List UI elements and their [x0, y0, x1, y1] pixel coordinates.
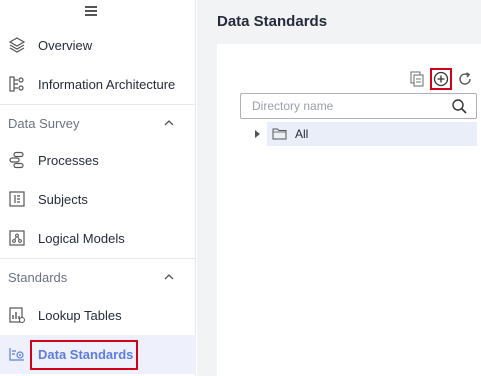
- sidebar-item-label: Logical Models: [38, 231, 125, 246]
- directory-search: [240, 93, 477, 119]
- sidebar-item-subjects[interactable]: Subjects: [0, 180, 196, 219]
- section-label: Data Survey: [8, 116, 80, 131]
- layers-icon: [8, 37, 26, 53]
- sidebar-item-processes[interactable]: Processes: [0, 141, 196, 180]
- collapse-menu-icon[interactable]: [82, 2, 100, 18]
- processes-icon: [9, 151, 24, 169]
- folder-icon: [272, 128, 287, 140]
- import-icon[interactable]: [408, 70, 426, 88]
- section-standards[interactable]: Standards: [0, 258, 196, 296]
- sidebar-item-label: Subjects: [38, 192, 88, 207]
- architecture-icon: [9, 76, 24, 92]
- sidebar-item-label: Lookup Tables: [38, 308, 122, 323]
- sidebar-item-overview[interactable]: Overview: [0, 26, 196, 65]
- highlight-box: [30, 340, 138, 370]
- sidebar-item-label: Overview: [38, 38, 93, 53]
- sidebar-item-label: Information Architecture: [38, 77, 176, 92]
- chevron-up-icon: [164, 274, 174, 280]
- page-header: Data Standards: [197, 0, 481, 44]
- section-data-survey[interactable]: Data Survey: [0, 104, 196, 142]
- tree-node-all[interactable]: All: [240, 122, 477, 146]
- sidebar-item-lookup-tables[interactable]: Lookup Tables: [0, 296, 196, 335]
- section-label: Standards: [8, 270, 68, 285]
- sidebar-item-logical-models[interactable]: Logical Models: [0, 219, 196, 258]
- search-input[interactable]: [242, 95, 442, 117]
- caret-right-icon[interactable]: [255, 130, 260, 138]
- highlight-box: [430, 68, 452, 90]
- chevron-up-icon: [164, 120, 174, 126]
- page-title: Data Standards: [217, 13, 328, 30]
- subjects-icon: [9, 191, 25, 207]
- sidebar-item-information-architecture[interactable]: Information Architecture: [0, 65, 196, 104]
- logical-models-icon: [9, 230, 25, 246]
- search-icon[interactable]: [451, 98, 468, 115]
- data-standards-icon: [9, 348, 24, 361]
- refresh-icon[interactable]: [456, 70, 474, 88]
- sidebar: Overview Information Architecture Data S…: [0, 0, 196, 376]
- sidebar-item-label: Processes: [38, 153, 99, 168]
- lookup-tables-icon: [9, 307, 25, 323]
- tree-node-label: All: [295, 127, 309, 141]
